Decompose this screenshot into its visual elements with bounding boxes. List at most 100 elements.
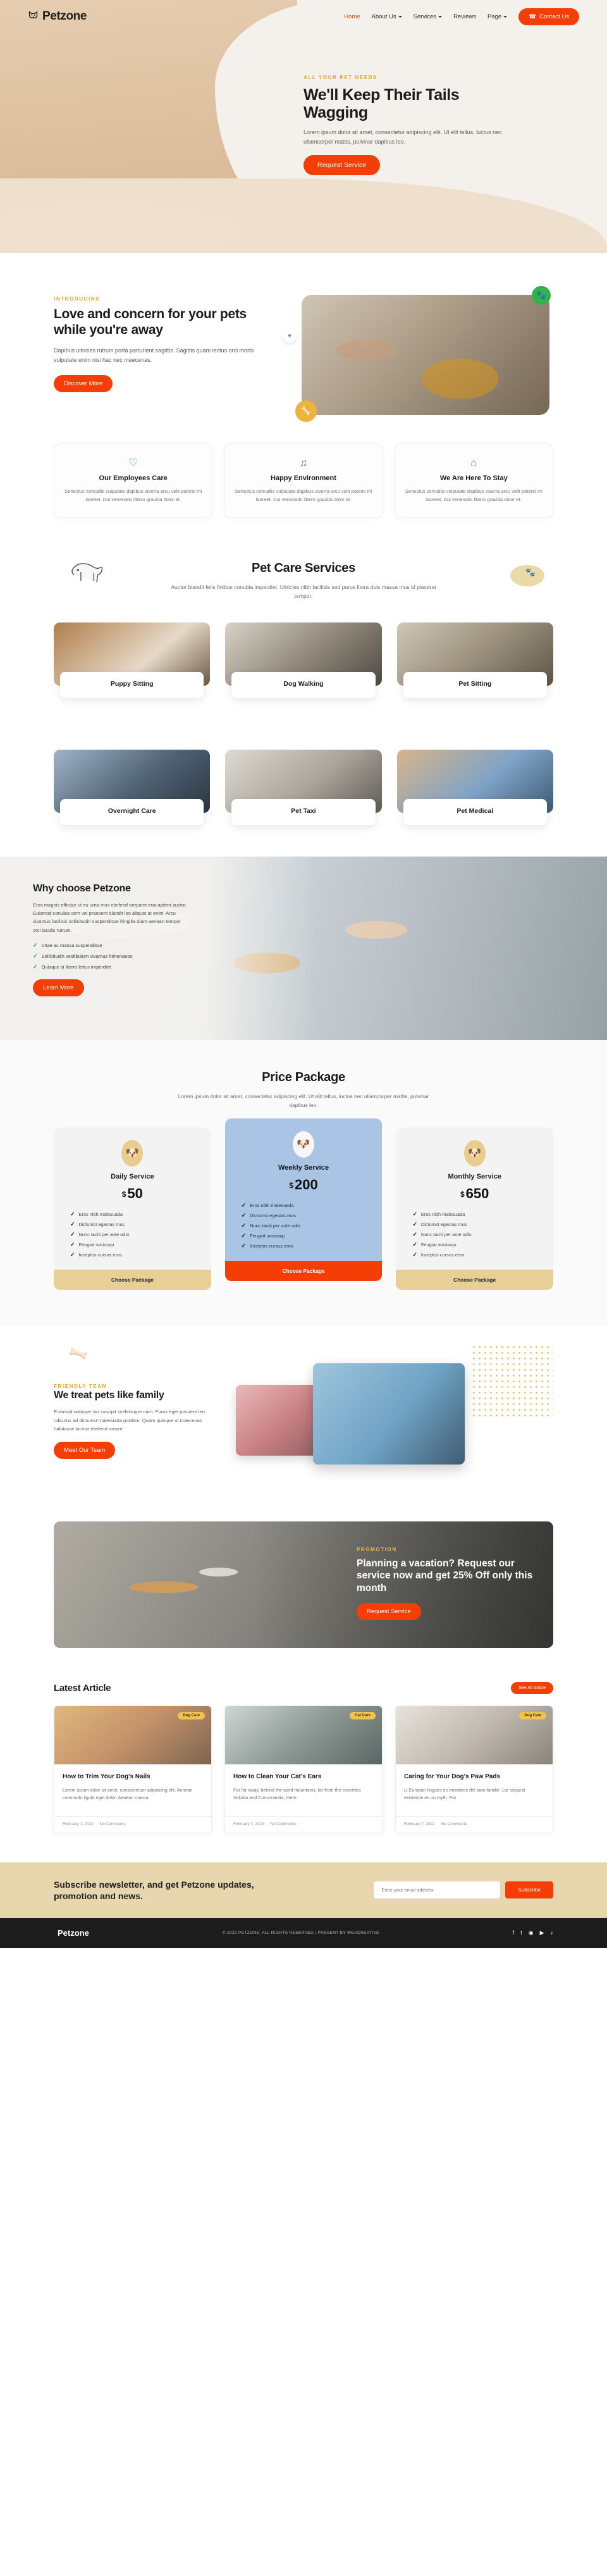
plan-feature-label: Inceptos cursus eros bbox=[78, 1252, 122, 1258]
plan-feature-item: ✓ Dictumst egestas mus bbox=[412, 1221, 467, 1228]
feature-title: Happy Environment bbox=[271, 474, 336, 482]
service-card[interactable]: Pet Taxi bbox=[225, 749, 382, 825]
family-title: We treat pets like family bbox=[54, 1390, 164, 1401]
chevron-down-icon bbox=[398, 15, 402, 18]
article-title: How to Clean Your Cat's Ears bbox=[233, 1773, 322, 1781]
twitter-icon[interactable]: t bbox=[520, 1929, 522, 1936]
check-icon: ✓ bbox=[70, 1241, 75, 1248]
plan-name: Daily Service bbox=[111, 1173, 154, 1181]
brand-logo[interactable]: Petzone bbox=[28, 9, 87, 23]
check-icon: ✓ bbox=[241, 1202, 247, 1209]
pricing-card-weekly: 🐶 Weekly Service $200 ✓ Eros nibh malesua… bbox=[224, 1118, 383, 1282]
plan-features: ✓ Eros nibh malesuada ✓ Dictumst egestas m… bbox=[242, 1202, 383, 1261]
plan-feature-label: Dictumst egestas mus bbox=[78, 1222, 125, 1228]
check-icon: ✓ bbox=[412, 1241, 417, 1248]
service-label: Pet Sitting bbox=[403, 671, 547, 698]
intro-image-block: 🐾 🦴 ♥ bbox=[278, 286, 551, 422]
dog-head-logo-icon bbox=[28, 10, 38, 18]
service-card[interactable]: Overnight Care bbox=[54, 749, 211, 825]
dog-face-icon: 🐶 bbox=[463, 1140, 486, 1167]
contact-us-label: Contact Us bbox=[539, 13, 569, 20]
article-date: February 7, 2022 bbox=[233, 1821, 264, 1826]
article-excerpt: Lorem ipsum dolor sit amet, consectetuer… bbox=[63, 1786, 193, 1801]
choose-package-button-weekly[interactable]: Choose Package bbox=[224, 1261, 383, 1282]
dog-face-icon: 🐶 bbox=[292, 1131, 314, 1158]
services-title: Pet Care Services bbox=[252, 561, 355, 576]
nav-item-home[interactable]: Home bbox=[344, 13, 360, 20]
why-bullet-label: Sollicitudin vestibulum vivamus himenaeo… bbox=[41, 953, 133, 959]
brand-name: Petzone bbox=[42, 9, 87, 23]
services-grid: Puppy Sitting Dog Walking Pet Sitting Ov… bbox=[54, 622, 553, 825]
facebook-icon[interactable]: f bbox=[513, 1929, 515, 1936]
plan-feature-item: ✓ Dictumst egestas mus bbox=[70, 1221, 125, 1228]
instagram-icon[interactable]: ◉ bbox=[529, 1929, 534, 1936]
service-card[interactable]: Puppy Sitting bbox=[54, 622, 211, 698]
check-icon: ✓ bbox=[33, 941, 38, 948]
price-package-section: Price Package Lorem ipsum dolor sit amet… bbox=[0, 1039, 607, 1326]
dot-pattern-decor bbox=[471, 1344, 553, 1421]
contact-us-button[interactable]: ☎ Contact Us bbox=[518, 8, 579, 25]
pricing-card-daily: 🐶 Daily Service $50 ✓ Eros nibh malesuada… bbox=[54, 1127, 211, 1291]
plan-price: $200 bbox=[225, 1177, 383, 1193]
plan-feature-item: ✓ Eros nibh malesuada bbox=[412, 1211, 465, 1218]
why-bullet-item: ✓ Sollicitudin vestibulum vivamus himenae… bbox=[33, 953, 190, 960]
discover-more-button[interactable]: Discover More bbox=[54, 375, 113, 393]
see-all-article-button[interactable]: See All Article bbox=[511, 1682, 553, 1695]
plan-feature-label: Feugiat sociosqu bbox=[250, 1233, 286, 1239]
article-meta: February 7, 2022 No Comments bbox=[54, 1816, 211, 1833]
check-icon: ✓ bbox=[412, 1231, 417, 1238]
newsletter-email-input[interactable] bbox=[374, 1881, 501, 1899]
learn-more-button[interactable]: Learn More bbox=[33, 979, 84, 996]
article-comments: No Comments bbox=[441, 1821, 467, 1826]
article-card[interactable]: Dog Care Caring for Your Dog's Paw Pads … bbox=[395, 1706, 553, 1833]
nav-item-page[interactable]: Page bbox=[487, 13, 508, 20]
service-card[interactable]: Dog Walking bbox=[225, 622, 382, 698]
plan-feature-item: ✓ Nunc taciti per ante odio bbox=[242, 1222, 300, 1229]
article-meta: February 7, 2022 No Comments bbox=[225, 1816, 382, 1833]
newsletter-title: Subscribe newsletter, and get Petzone up… bbox=[54, 1879, 254, 1901]
nav-item-reviews[interactable]: Reviews bbox=[453, 13, 476, 20]
article-card[interactable]: Dog Care How to Trim Your Dog's Nails Lo… bbox=[54, 1706, 212, 1833]
pricing-grid: 🐶 Daily Service $50 ✓ Eros nibh malesuada… bbox=[54, 1118, 553, 1291]
pricing-header: Price Package Lorem ipsum dolor sit amet… bbox=[54, 1070, 553, 1110]
service-card[interactable]: Pet Sitting bbox=[396, 622, 553, 698]
pricing-subtitle: Lorem ipsum dolor sit amet, consectetur … bbox=[178, 1093, 429, 1108]
intro-title: Love and concern for your pets while you… bbox=[54, 307, 247, 337]
feature-text: Senectus convallis vulputate dapibus viv… bbox=[64, 488, 202, 503]
subscribe-button[interactable]: Subscribe bbox=[505, 1881, 553, 1899]
article-card[interactable]: Cat Care How to Clean Your Cat's Ears Fa… bbox=[224, 1706, 383, 1833]
home-icon: ⌂ bbox=[470, 457, 477, 469]
hero-title: We'll Keep Their Tails Wagging bbox=[304, 86, 460, 121]
plan-feature-label: Eros nibh malesuada bbox=[250, 1203, 294, 1209]
hero-request-service-button[interactable]: Request Service bbox=[304, 155, 381, 176]
check-icon: ✓ bbox=[412, 1211, 417, 1218]
promotion-eyebrow: PROMOTION bbox=[357, 1547, 397, 1553]
heart-icon: ♡ bbox=[128, 457, 138, 469]
dog-face-icon: 🐶 bbox=[121, 1140, 144, 1167]
nav-item-about-us[interactable]: About Us bbox=[372, 13, 402, 20]
hero-section: Petzone Home About Us Services Reviews P… bbox=[0, 0, 607, 253]
plan-feature-label: Nunc taciti per ante odio bbox=[250, 1223, 300, 1229]
cleaning-cat-ears-photo: Cat Care bbox=[225, 1706, 382, 1765]
article-tag: Dog Care bbox=[519, 1712, 546, 1720]
pet-care-services-section: 🐾 Pet Care Services Auctor blandit felis… bbox=[0, 531, 607, 850]
nav-item-services[interactable]: Services bbox=[414, 13, 443, 20]
footer-copyright: © 2022 PETZONE. ALL RIGHTS RESERVED | PR… bbox=[222, 1931, 379, 1936]
feature-card-here-to-stay: ⌂ We Are Here To Stay Senectus convallis… bbox=[394, 443, 553, 519]
choose-package-button-daily[interactable]: Choose Package bbox=[54, 1270, 211, 1291]
footer-brand[interactable]: Petzone bbox=[54, 1928, 89, 1938]
plan-feature-item: ✓ Inceptos cursus eros bbox=[412, 1251, 464, 1258]
tiktok-icon[interactable]: ♪ bbox=[551, 1929, 554, 1936]
service-label: Pet Medical bbox=[403, 798, 547, 825]
article-comments: No Comments bbox=[270, 1821, 297, 1826]
service-label: Overnight Care bbox=[60, 798, 204, 825]
service-card[interactable]: Pet Medical bbox=[396, 749, 553, 825]
promotion-request-service-button[interactable]: Request Service bbox=[357, 1603, 421, 1621]
meet-our-team-button[interactable]: Meet Our Team bbox=[54, 1442, 116, 1459]
pet-icon: ♥ bbox=[283, 329, 297, 343]
check-icon: ✓ bbox=[70, 1251, 75, 1258]
woman-with-cat-photo bbox=[236, 1385, 323, 1456]
services-subtitle: Auctor blandit felis finibus conubia imp… bbox=[171, 583, 436, 600]
youtube-icon[interactable]: ▶ bbox=[540, 1929, 544, 1936]
choose-package-button-monthly[interactable]: Choose Package bbox=[396, 1270, 553, 1291]
